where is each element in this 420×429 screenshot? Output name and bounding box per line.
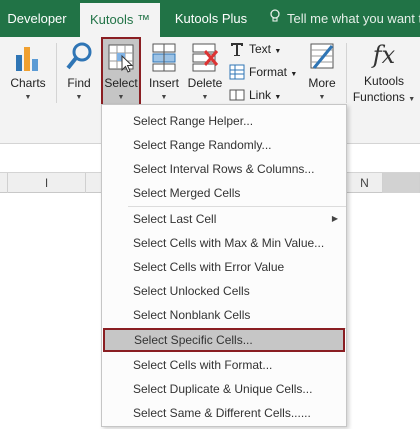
text-t-icon <box>231 43 243 56</box>
select-cursor-icon <box>108 44 134 73</box>
delete-caret: ▼ <box>201 94 209 101</box>
link-caret: ▼ <box>274 94 282 101</box>
more-caret: ▼ <box>318 94 326 101</box>
text-caret: ▼ <box>274 48 282 55</box>
charts-caret: ▼ <box>24 94 32 101</box>
menu-item-select-nonblank-cells[interactable]: Select Nonblank Cells <box>102 303 346 327</box>
kutools-functions-label-line1: Kutools <box>363 74 405 88</box>
find-caret: ▼ <box>75 94 83 101</box>
charts-button[interactable]: Charts ▼ <box>6 37 50 107</box>
kutools-functions-button[interactable]: fx Kutools Functions ▼ <box>350 37 418 107</box>
charts-label: Charts <box>10 76 46 90</box>
format-button[interactable]: Format ▼ <box>229 61 301 83</box>
ribbon-tab-bar: Developer Kutools ™ Kutools Plus Tell me… <box>0 0 420 37</box>
menu-item-select-error-value[interactable]: Select Cells with Error Value <box>102 255 346 279</box>
tab-kutools-plus[interactable]: Kutools Plus <box>166 0 256 37</box>
format-label: Format <box>249 65 288 79</box>
magnifier-icon <box>66 42 92 70</box>
format-caret: ▼ <box>290 71 298 78</box>
menu-item-select-merged-cells[interactable]: Select Merged Cells <box>102 181 346 205</box>
tab-kutools[interactable]: Kutools ™ <box>80 3 160 37</box>
lightbulb-icon <box>269 0 283 37</box>
kutools-functions-caret: ▼ <box>408 96 416 103</box>
menu-item-select-specific-cells[interactable]: Select Specific Cells... <box>103 328 345 352</box>
link-chain-icon <box>229 89 245 101</box>
menu-item-select-unlocked-cells[interactable]: Select Unlocked Cells <box>102 279 346 303</box>
select-label: Select <box>104 76 138 90</box>
select-caret: ▼ <box>117 94 125 101</box>
menu-item-select-max-min-value[interactable]: Select Cells with Max & Min Value... <box>102 231 346 255</box>
menu-item-select-range-randomly[interactable]: Select Range Randomly... <box>102 133 346 157</box>
delete-cells-icon <box>192 43 219 72</box>
menu-item-select-interval-rows-columns[interactable]: Select Interval Rows & Columns... <box>102 157 346 181</box>
text-label: Text <box>249 42 272 56</box>
more-label: More <box>308 76 336 90</box>
menu-item-select-same-different[interactable]: Select Same & Different Cells...... <box>102 401 346 425</box>
insert-cells-icon <box>152 43 176 72</box>
menu-item-select-last-cell-label: Select Last Cell <box>133 212 217 226</box>
column-header-i[interactable]: I <box>8 173 86 193</box>
more-tools-icon <box>310 43 334 69</box>
fx-icon: fx <box>372 41 396 69</box>
column-header-o[interactable] <box>383 173 420 193</box>
menu-item-select-last-cell[interactable]: Select Last Cell ▶ <box>102 207 346 231</box>
select-dropdown-menu: Select Range Helper... Select Range Rand… <box>101 104 347 427</box>
text-button[interactable]: Text ▼ <box>229 38 301 60</box>
link-button[interactable]: Link ▼ <box>229 84 301 106</box>
group-separator <box>56 43 57 103</box>
find-label: Find <box>67 76 91 90</box>
group-separator <box>346 43 347 103</box>
tell-me-text: Tell me what you want to <box>287 11 420 26</box>
menu-item-select-duplicate-unique[interactable]: Select Duplicate & Unique Cells... <box>102 377 346 401</box>
column-header-j[interactable] <box>86 173 102 193</box>
insert-button[interactable]: Insert ▼ <box>145 37 183 107</box>
tell-me-box[interactable]: Tell me what you want to <box>269 0 420 37</box>
insert-label: Insert <box>148 76 179 90</box>
menu-item-select-range-helper[interactable]: Select Range Helper... <box>102 109 346 133</box>
bar-chart-icon <box>16 47 38 71</box>
delete-button[interactable]: Delete ▼ <box>185 37 225 107</box>
submenu-arrow-icon: ▶ <box>331 214 338 223</box>
column-header-partial[interactable] <box>0 173 8 193</box>
select-button[interactable]: Select ▼ <box>101 37 141 106</box>
insert-caret: ▼ <box>160 94 168 101</box>
delete-label: Delete <box>187 76 223 90</box>
find-button[interactable]: Find ▼ <box>60 37 98 107</box>
column-header-n[interactable]: N <box>347 173 383 193</box>
link-label: Link <box>249 88 272 102</box>
more-button[interactable]: More ▼ <box>303 37 341 107</box>
kutools-functions-label-line2: Functions <box>352 90 405 104</box>
tab-developer[interactable]: Developer <box>0 0 74 37</box>
format-grid-icon <box>229 64 245 80</box>
menu-item-select-cells-with-format[interactable]: Select Cells with Format... <box>102 353 346 377</box>
